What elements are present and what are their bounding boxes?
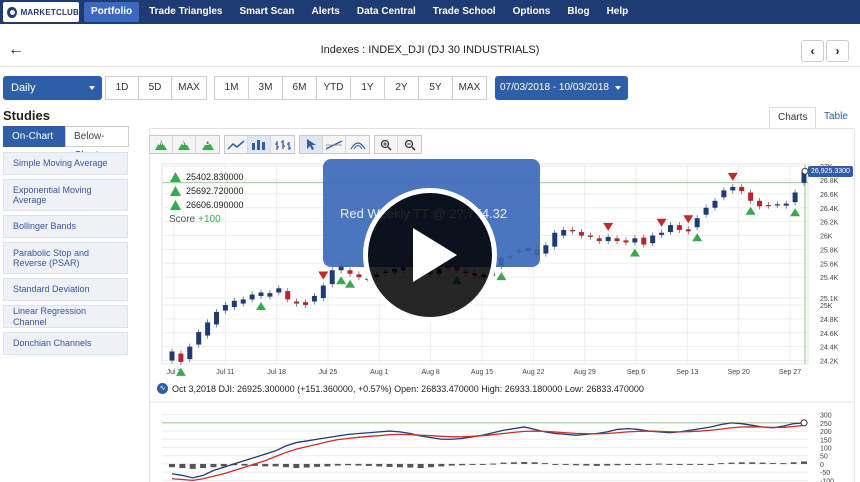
title-bar: ← Indexes : INDEX_DJI (DJ 30 INDUSTRIALS… (0, 35, 860, 67)
range-5y-button[interactable]: 5Y (418, 76, 453, 100)
study-bollinger-bands[interactable]: Bollinger Bands (3, 215, 128, 238)
nav-help[interactable]: Help (600, 2, 636, 22)
study-linear-regression-channel[interactable]: Linear Regression Channel (3, 305, 128, 328)
logo-text: MARKETCLUB (20, 7, 79, 17)
tab-on-chart[interactable]: On-Chart (3, 126, 65, 147)
trade-score: Score +100 (169, 214, 221, 225)
zoom-out-icon (404, 139, 416, 151)
studies-tabs: On-Chart Below-Chart (3, 126, 129, 161)
caret-down-icon (615, 86, 621, 90)
zoom-out-button[interactable] (398, 136, 421, 153)
nav-data-central[interactable]: Data Central (350, 2, 423, 22)
ohlc-chart-button[interactable] (271, 136, 294, 153)
range-3m-button[interactable]: 3M (248, 76, 283, 100)
range-max-button[interactable]: MAX (452, 76, 487, 100)
study-exponential-moving-average[interactable]: Exponential Moving Average (3, 179, 128, 211)
tab-table[interactable]: Table (816, 107, 856, 129)
chevron-left-icon: ‹ (810, 44, 815, 58)
prev-button[interactable]: ‹ (801, 40, 824, 62)
drawing-tools (299, 135, 370, 154)
trend-line-icon (325, 139, 343, 150)
chart-tools: M W D (149, 135, 422, 154)
study-standard-deviation[interactable]: Standard Deviation (3, 278, 128, 301)
play-icon (413, 228, 457, 282)
study-simple-moving-average[interactable]: Simple Moving Average (3, 152, 128, 175)
trend-line-button[interactable] (323, 136, 346, 153)
chart-type-tools (224, 135, 295, 154)
signal-daily: 26606.090000 (170, 200, 244, 210)
logo-icon (7, 6, 17, 18)
last-price-tag: 26,925.3300 (808, 166, 853, 177)
date-range-value: 07/03/2018 - 10/03/2018 (500, 82, 609, 93)
cursor-button[interactable] (300, 136, 323, 153)
bar-chart-icon (252, 139, 265, 150)
range-group: 1M 3M 6M YTD 1Y 2Y 5Y MAX (214, 76, 487, 100)
range-5d-button[interactable]: 5D (138, 76, 172, 100)
weekly-triangle-toggle[interactable]: W (173, 136, 196, 153)
date-range-picker[interactable]: 07/03/2018 - 10/03/2018 (495, 76, 628, 100)
daily-triangle-toggle[interactable]: D (196, 136, 219, 153)
green-triangle-icon (170, 172, 181, 182)
green-triangle-icon (170, 186, 181, 196)
marketclub-logo[interactable]: MARKETCLUB (3, 2, 79, 22)
range-intraday-max-button[interactable]: MAX (171, 76, 207, 100)
intraday-range-group: 1D 5D MAX (105, 76, 207, 100)
quote-info-line: ∿ Oct 3,2018 DJI: 26925.300000 (+151.360… (157, 383, 644, 394)
studies-list: Simple Moving Average Exponential Moving… (3, 152, 128, 359)
chart-toolbar: Daily 1D 5D MAX 1M 3M 6M YTD 1Y 2Y 5Y MA… (3, 76, 628, 100)
line-chart-button[interactable] (225, 136, 248, 153)
tool-letter: D (204, 140, 211, 147)
studies-heading: Studies (3, 108, 50, 123)
range-1m-button[interactable]: 1M (214, 76, 249, 100)
tool-letter: W (181, 140, 188, 147)
tab-charts[interactable]: Charts (769, 107, 817, 129)
caret-down-icon (89, 86, 95, 90)
tab-below-chart[interactable]: Below-Chart (65, 126, 129, 161)
nav-smart-scan[interactable]: Smart Scan (232, 2, 301, 22)
signal-monthly: 25402.830000 (170, 172, 244, 182)
nav-trade-triangles[interactable]: Trade Triangles (142, 2, 229, 22)
signal-weekly: 25692.720000 (170, 186, 244, 196)
score-value: +100 (198, 214, 221, 225)
range-2y-button[interactable]: 2Y (384, 76, 419, 100)
arc-tool-icon (349, 141, 366, 149)
period-select[interactable]: Daily (3, 76, 102, 100)
ohlc-chart-icon (274, 139, 291, 150)
zoom-in-button[interactable] (375, 136, 398, 153)
nav-trade-school[interactable]: Trade School (426, 2, 503, 22)
zoom-in-icon (380, 139, 392, 151)
play-button[interactable] (363, 188, 497, 322)
period-select-value: Daily (11, 82, 36, 94)
signal-value: 25402.830000 (186, 172, 244, 182)
signal-value: 26606.090000 (186, 200, 244, 210)
monthly-triangle-toggle[interactable]: M (150, 136, 173, 153)
trade-triangle-tools: M W D (149, 135, 220, 154)
tool-letter: M (158, 140, 165, 147)
zoom-tools (374, 135, 422, 154)
next-button[interactable]: › (826, 40, 849, 62)
nav-alerts[interactable]: Alerts (305, 2, 347, 22)
range-6m-button[interactable]: 6M (282, 76, 317, 100)
chevron-right-icon: › (835, 44, 840, 58)
range-1d-button[interactable]: 1D (105, 76, 139, 100)
page-title: Indexes : INDEX_DJI (DJ 30 INDUSTRIALS) (320, 44, 540, 56)
study-parabolic-sar[interactable]: Parabolic Stop and Reverse (PSAR) (3, 242, 128, 274)
signal-value: 25692.720000 (186, 186, 244, 196)
range-ytd-button[interactable]: YTD (316, 76, 351, 100)
bar-chart-button[interactable] (248, 136, 271, 153)
nav-portfolio[interactable]: Portfolio (84, 2, 140, 22)
line-chart-icon (227, 139, 245, 150)
score-label: Score (169, 214, 196, 225)
quote-info-text: Oct 3,2018 DJI: 26925.300000 (+151.36000… (172, 383, 644, 394)
nav-options[interactable]: Options (506, 2, 558, 22)
green-triangle-icon (170, 200, 181, 210)
fibonacci-button[interactable] (346, 136, 369, 153)
top-nav: MARKETCLUB Portfolio Trade Triangles Sma… (0, 0, 860, 24)
study-donchian-channels[interactable]: Donchian Channels (3, 332, 128, 355)
cursor-icon (307, 139, 316, 150)
range-1y-button[interactable]: 1Y (350, 76, 385, 100)
nav-blog[interactable]: Blog (560, 2, 596, 22)
chart-info-icon: ∿ (157, 383, 168, 394)
